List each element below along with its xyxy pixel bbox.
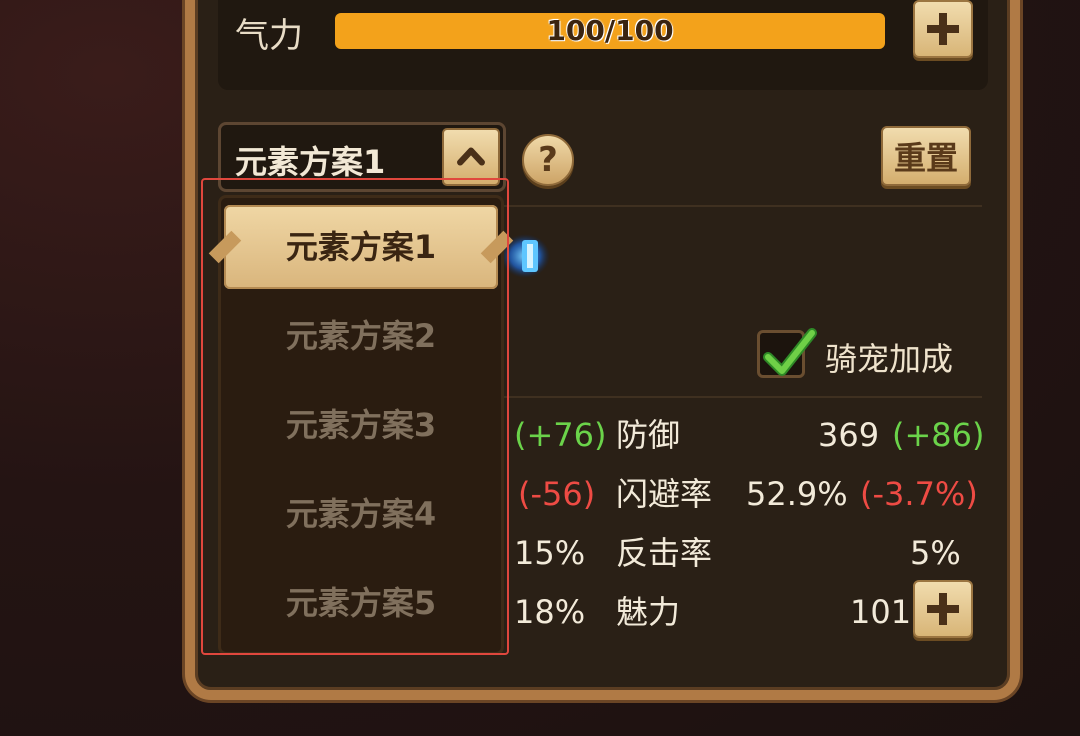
stat-delta-dodge: (-3.7%) — [860, 475, 978, 513]
stat-value-defense: 369 — [818, 416, 880, 454]
chevron-up-icon — [457, 147, 485, 166]
plus-icon — [927, 13, 959, 45]
stat-value-counter: 5% — [910, 534, 961, 572]
stat-delta-defense: (+86) — [892, 416, 985, 454]
stat-left-delta: (-56) — [518, 475, 596, 513]
stat-name-charm: 魅力 — [616, 593, 681, 631]
stat-name-defense: 防御 — [616, 416, 681, 454]
stat-left-delta: (+76) — [514, 416, 607, 454]
mount-bonus-checkbox[interactable] — [757, 328, 817, 378]
mount-bonus-label: 骑宠加成 — [825, 340, 954, 378]
reset-button[interactable]: 重置 — [881, 126, 971, 186]
stat-left-value: 15% — [514, 534, 586, 572]
energy-bar: 100/100 — [335, 13, 885, 49]
stat-name-counter: 反击率 — [616, 534, 713, 572]
add-charm-button[interactable] — [913, 580, 973, 638]
energy-value: 100/100 — [546, 14, 674, 47]
energy-label: 气力 — [235, 16, 303, 56]
stat-left-value: 18% — [514, 593, 586, 631]
add-energy-button[interactable] — [913, 0, 973, 58]
help-button[interactable]: ? — [522, 134, 574, 186]
stat-value-dodge: 52.9% — [746, 475, 848, 513]
checkmark-icon — [763, 328, 817, 376]
stat-value-charm: 101 — [850, 593, 912, 631]
stat-name-dodge: 闪避率 — [616, 475, 713, 513]
plus-icon — [927, 593, 959, 625]
scheme-select-value: 元素方案1 — [235, 143, 386, 181]
question-icon: ? — [538, 140, 558, 180]
highlight-annotation-box — [201, 178, 509, 655]
